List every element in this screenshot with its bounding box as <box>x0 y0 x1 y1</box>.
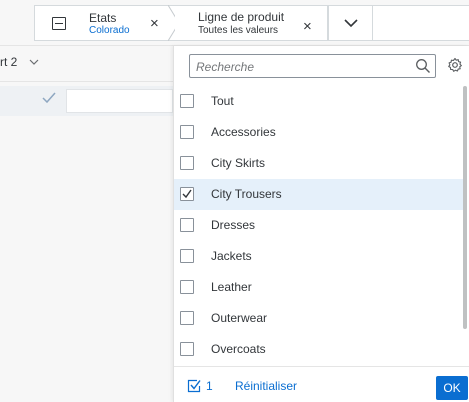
filter-token-product-line[interactable]: Ligne de produit Toutes les valeurs × <box>175 5 328 41</box>
list-item-label: Jackets <box>211 249 252 263</box>
filter-value-product-line: Toutes les valeurs <box>198 25 279 36</box>
list-item-selected[interactable]: City Trousers <box>174 179 465 210</box>
chevron-down-icon <box>343 18 358 27</box>
search-field[interactable] <box>189 54 436 78</box>
list-item-label: City Trousers <box>211 187 282 201</box>
checkmark-icon[interactable] <box>42 92 56 104</box>
list-item-label: Outerwear <box>211 311 268 325</box>
filter-value-popover: Tout Accessories City Skirts City Trouse… <box>173 46 469 402</box>
close-icon[interactable]: × <box>303 19 312 34</box>
collapse-icon[interactable] <box>52 17 66 30</box>
list-item[interactable]: Dresses <box>174 210 465 241</box>
chevron-down-icon <box>29 59 39 65</box>
list-item[interactable]: City Skirts <box>174 148 465 179</box>
checkbox-icon[interactable] <box>180 125 194 139</box>
filter-label-product-line: Ligne de produit <box>198 10 285 24</box>
checkbox-icon[interactable] <box>180 280 194 294</box>
checkbox-icon[interactable] <box>180 94 194 108</box>
list-item[interactable]: Jackets <box>174 241 465 272</box>
checkbox-icon[interactable] <box>180 187 194 201</box>
list-item[interactable]: Leather <box>174 272 465 303</box>
list-item[interactable]: Outerwear <box>174 303 465 334</box>
background-input-cell[interactable] <box>66 89 173 113</box>
checkbox-icon[interactable] <box>180 249 194 263</box>
list-item[interactable]: Accessories <box>174 117 465 148</box>
search-icon[interactable] <box>415 58 431 74</box>
list-item-label: Dresses <box>211 218 256 232</box>
version-select[interactable]: rt 2 <box>0 55 39 69</box>
version-select-label: rt 2 <box>0 55 18 69</box>
checkbox-icon[interactable] <box>180 218 194 232</box>
ok-button[interactable]: OK <box>436 376 468 400</box>
checkbox-icon[interactable] <box>180 311 194 325</box>
list-item-label: City Skirts <box>211 156 265 170</box>
popover-footer: 1 Réinitialiser OK <box>174 367 469 402</box>
checkbox-icon[interactable] <box>180 156 194 170</box>
settings-icon[interactable] <box>447 57 463 73</box>
selected-count-icon <box>187 379 201 393</box>
checkbox-icon[interactable] <box>180 342 194 356</box>
selected-count: 1 <box>206 379 213 393</box>
divider <box>0 81 173 82</box>
list-item-label: Leather <box>211 280 252 294</box>
filter-bar: Etats Colorado × Ligne de produit Toutes… <box>0 0 469 46</box>
list-item-label: Overcoats <box>211 342 266 356</box>
reset-link[interactable]: Réinitialiser <box>235 379 297 393</box>
search-input[interactable] <box>196 58 396 75</box>
filter-token-states[interactable]: Etats Colorado × <box>34 5 175 41</box>
filter-value-states: Colorado <box>89 25 130 36</box>
list-item[interactable]: Overcoats <box>174 334 465 365</box>
checkmark-icon <box>182 189 192 199</box>
list-item-label: Accessories <box>211 125 276 139</box>
filter-dropdown-button[interactable] <box>328 5 373 41</box>
list-item[interactable]: Tout <box>174 86 465 117</box>
list-item-label: Tout <box>211 94 234 108</box>
filter-bar-empty-area <box>373 5 469 41</box>
filter-label-states: Etats <box>89 11 117 25</box>
close-icon[interactable]: × <box>150 16 159 31</box>
scrollbar[interactable] <box>463 86 467 329</box>
